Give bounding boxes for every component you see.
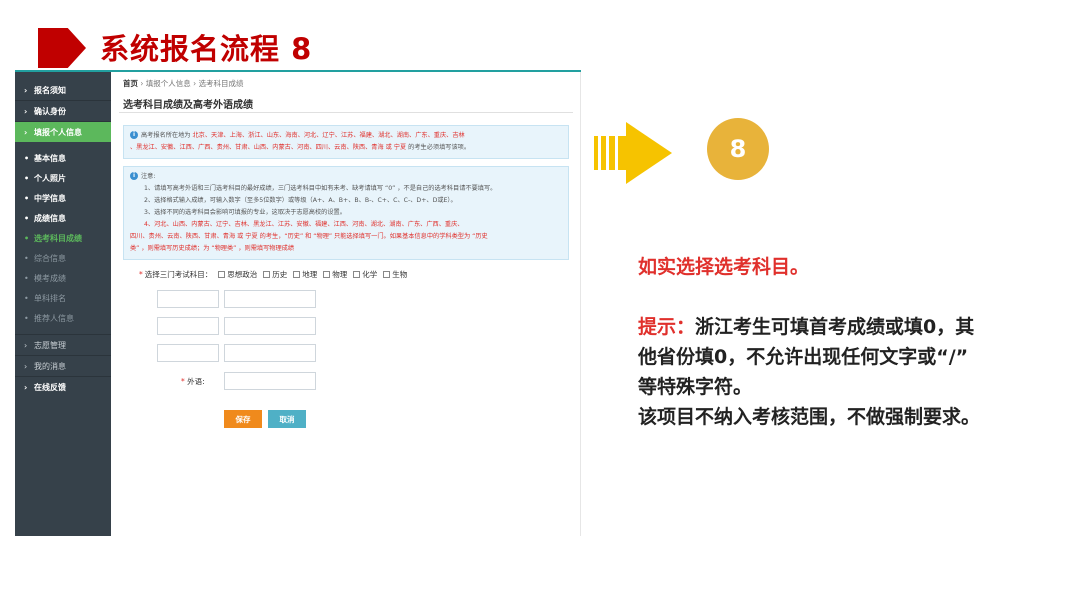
info-icon: i: [130, 131, 138, 139]
sidebar: › 报名须知 › 确认身份 › 填报个人信息 • 基本信息 • 个人照片 • 中学信息 • 成…: [15, 70, 111, 536]
sidebar-item-confirm-identity[interactable]: › 确认身份: [15, 101, 111, 121]
save-button[interactable]: 保存: [224, 410, 262, 428]
page-title: 选考科目成绩及高考外语成绩: [123, 100, 253, 111]
required-mark: *: [139, 270, 143, 279]
step-number-badge: 8: [707, 118, 769, 180]
sidebar-subitem-subject-rank[interactable]: • 单科排名: [15, 288, 111, 308]
info-icon: i: [130, 172, 138, 180]
checkbox-history[interactable]: 历史: [263, 269, 287, 280]
checkbox-chemistry[interactable]: 化学: [353, 269, 377, 280]
arrow-right-icon: [594, 122, 672, 184]
sidebar-item-personal-info[interactable]: › 填报个人信息: [15, 122, 111, 142]
screenshot-panel: › 报名须知 › 确认身份 › 填报个人信息 • 基本信息 • 个人照片 • 中学信息 • 成…: [15, 70, 581, 536]
subject-score-input-1[interactable]: [224, 290, 316, 308]
sidebar-subitem-comprehensive-info[interactable]: • 综合信息: [15, 248, 111, 268]
breadcrumb-separator: ›: [140, 79, 144, 88]
slide: 系统报名流程 8 › 报名须知 › 确认身份 › 填报个人信息 • 基本信息 • 个人照片…: [0, 0, 1080, 608]
foreign-language-label: * 外语:: [181, 377, 205, 386]
slide-title: 系统报名流程 8: [100, 32, 313, 66]
subject-selector: * 选择三门考试科目： 思想政治 历史 地理 物理 化学 生物: [139, 269, 407, 280]
sidebar-item-notice[interactable]: › 报名须知: [15, 80, 111, 100]
subject-score-input-3[interactable]: [224, 344, 316, 362]
sidebar-subitem-elective-scores[interactable]: • 选考科目成绩: [15, 228, 111, 248]
sidebar-item-feedback[interactable]: › 在线反馈: [15, 377, 111, 397]
breadcrumb-home[interactable]: 首页: [123, 79, 138, 88]
sidebar-subitem-photo[interactable]: • 个人照片: [15, 168, 111, 188]
breadcrumb-current: 选考科目成绩: [198, 79, 244, 88]
instruction-text: 如实选择选考科目。: [638, 256, 810, 278]
main-content: 首页 › 填报个人信息 › 选考科目成绩 选考科目成绩及高考外语成绩 i 高考报名…: [111, 70, 581, 536]
sidebar-subitem-mock-scores[interactable]: • 模考成绩: [15, 268, 111, 288]
divider: [119, 112, 573, 113]
checkbox-biology[interactable]: 生物: [383, 269, 407, 280]
subject-label: 选择三门考试科目：: [144, 270, 213, 279]
foreign-language-score-input[interactable]: [224, 372, 316, 390]
checkbox-physics[interactable]: 物理: [323, 269, 347, 280]
subject-name-field-3[interactable]: [157, 344, 219, 362]
sidebar-subitem-basic-info[interactable]: • 基本信息: [15, 148, 111, 168]
cancel-button[interactable]: 取消: [268, 410, 306, 428]
breadcrumb: 首页 › 填报个人信息 › 选考科目成绩: [123, 78, 244, 89]
region-notice: i 高考报名所在地为 北京、天津、上海、浙江、山东、海南、河北、辽宁、江苏、福建、…: [123, 125, 569, 159]
title-arrow-icon: [38, 28, 86, 68]
attention-notice: i 注意: 1、请填写高考外语和三门选考科目的最好成绩，三门选考科目中如有未考、缺…: [123, 166, 569, 260]
sidebar-item-preferences[interactable]: › 志愿管理: [15, 335, 111, 355]
sidebar-item-messages[interactable]: › 我的消息: [15, 356, 111, 376]
checkbox-geography[interactable]: 地理: [293, 269, 317, 280]
sidebar-subitem-school-info[interactable]: • 中学信息: [15, 188, 111, 208]
subject-score-input-2[interactable]: [224, 317, 316, 335]
breadcrumb-personal-info[interactable]: 填报个人信息: [146, 79, 191, 88]
sidebar-subitem-score-info[interactable]: • 成绩信息: [15, 208, 111, 228]
checkbox-politics[interactable]: 思想政治: [218, 269, 257, 280]
subject-name-field-1[interactable]: [157, 290, 219, 308]
subject-name-field-2[interactable]: [157, 317, 219, 335]
breadcrumb-separator: ›: [193, 79, 197, 88]
sidebar-subitem-referrer-info[interactable]: • 推荐人信息: [15, 308, 111, 328]
tip-text: 提示：浙江考生可填首考成绩或填0，其 他省份填0，不允许出现任何文字或“/” 等…: [638, 316, 981, 428]
